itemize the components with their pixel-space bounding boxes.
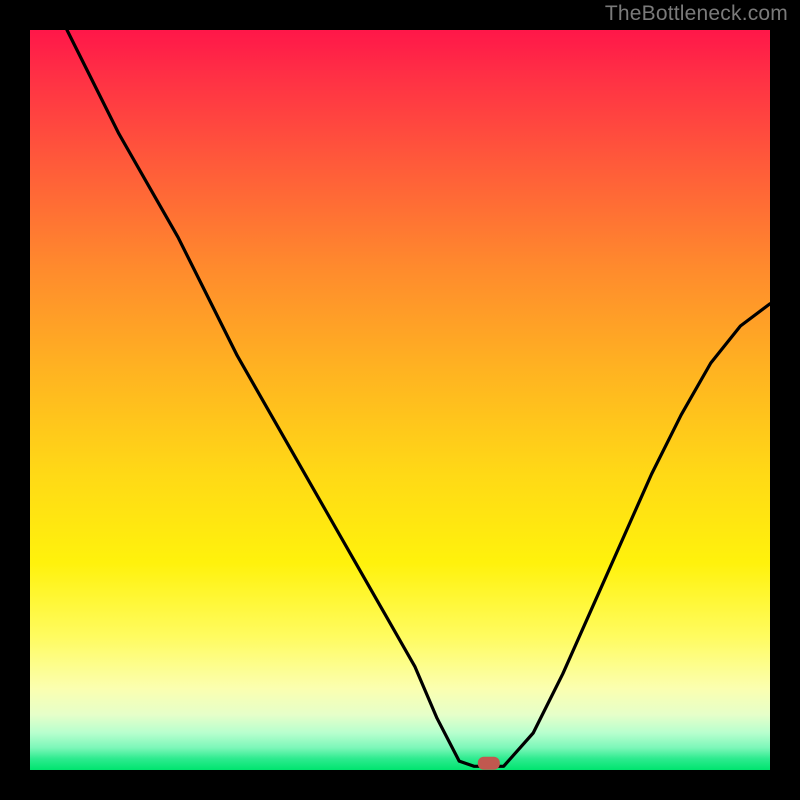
plot-area [30, 30, 770, 770]
optimal-point-marker [478, 757, 500, 770]
chart-overlay-svg [30, 30, 770, 770]
bottleneck-curve [67, 30, 770, 766]
watermark-text: TheBottleneck.com [605, 2, 788, 26]
chart-frame: TheBottleneck.com [0, 0, 800, 800]
